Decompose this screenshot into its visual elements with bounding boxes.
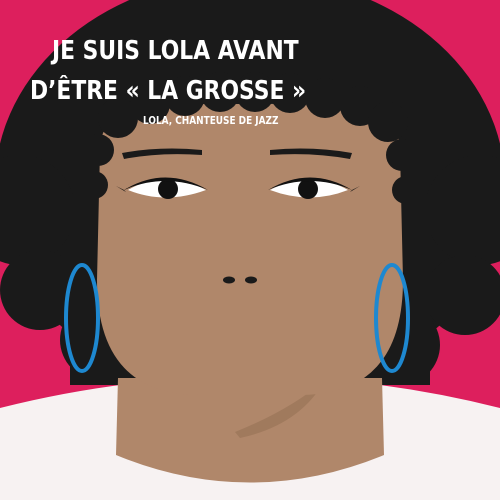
- face: [97, 104, 403, 395]
- left-nostril: [223, 276, 235, 284]
- right-nostril: [245, 276, 257, 284]
- caption: LOLA, CHANTEUSE DE JAZZ: [143, 115, 279, 127]
- headline-line-1: JE SUIS LOLA AVANT: [52, 36, 299, 66]
- poster: JE SUIS LOLA AVANT D’ÊTRE « LA GROSSE » …: [0, 0, 500, 500]
- woman-portrait-illustration: [0, 0, 500, 500]
- headline-line-2: D’ÊTRE « LA GROSSE »: [30, 76, 307, 106]
